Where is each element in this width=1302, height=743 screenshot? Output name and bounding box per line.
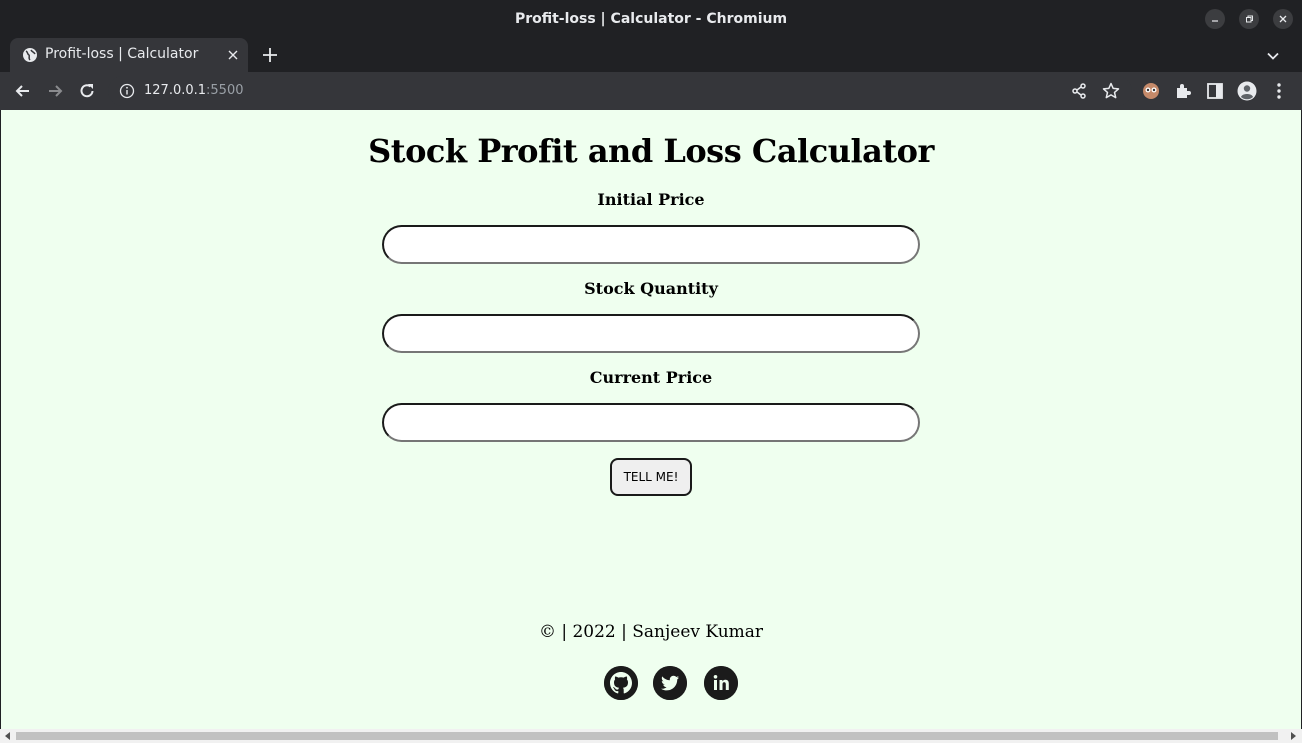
profile-button[interactable] — [1237, 81, 1257, 101]
more-vert-icon — [1277, 83, 1281, 99]
bookmark-button[interactable] — [1101, 81, 1121, 101]
horizontal-scrollbar[interactable] — [0, 729, 1302, 743]
current-price-input[interactable] — [382, 403, 920, 442]
back-button[interactable] — [13, 81, 33, 101]
close-icon — [1279, 15, 1287, 23]
address-bar[interactable]: 127.0.0.1:5500 — [108, 76, 1132, 106]
linkedin-link[interactable] — [704, 666, 738, 700]
close-tab-icon[interactable] — [226, 48, 240, 62]
new-tab-icon[interactable] — [261, 46, 279, 64]
github-link[interactable] — [604, 666, 638, 700]
footer-copyright: © | 2022 | Sanjeev Kumar — [538, 622, 764, 642]
url-port: :5500 — [206, 83, 244, 98]
github-icon — [604, 666, 638, 700]
tell-me-button[interactable]: TELL ME! — [610, 458, 692, 496]
star-icon — [1102, 82, 1120, 99]
scroll-right-arrow-icon[interactable] — [1291, 732, 1296, 740]
side-panel-button[interactable] — [1205, 81, 1225, 101]
extension-button[interactable] — [1141, 81, 1161, 101]
stock-quantity-label: Stock Quantity — [584, 279, 718, 298]
arrow-left-icon — [15, 85, 29, 97]
extension-avatar-icon — [1143, 83, 1159, 99]
page-viewport: Stock Profit and Loss Calculator Initial… — [1, 110, 1301, 729]
side-panel-icon — [1207, 83, 1223, 99]
tab-profit-loss[interactable]: Profit-loss | Calculator — [10, 38, 248, 72]
scrollbar-thumb[interactable] — [16, 732, 1278, 740]
tab-title: Profit-loss | Calculator — [45, 46, 199, 62]
share-button[interactable] — [1069, 81, 1089, 101]
initial-price-label: Initial Price — [597, 190, 705, 209]
extensions-button[interactable] — [1173, 81, 1193, 101]
window-title: Profit-loss | Calculator - Chromium — [514, 11, 788, 27]
info-icon[interactable] — [119, 83, 135, 99]
url-text: 127.0.0.1:5500 — [144, 83, 244, 98]
menu-button[interactable] — [1269, 81, 1289, 101]
minimize-icon — [1212, 20, 1218, 22]
scroll-left-arrow-icon[interactable] — [5, 732, 10, 740]
puzzle-icon — [1177, 84, 1191, 98]
stock-quantity-input[interactable] — [382, 314, 920, 353]
close-window-button[interactable] — [1273, 9, 1293, 29]
current-price-label: Current Price — [589, 368, 713, 387]
minimize-button[interactable] — [1205, 9, 1225, 29]
share-icon — [1072, 83, 1086, 99]
maximize-button[interactable] — [1239, 9, 1259, 29]
browser-toolbar: 127.0.0.1:5500 — [0, 72, 1302, 110]
chevron-down-icon[interactable] — [1264, 47, 1282, 65]
arrow-right-icon — [49, 85, 63, 97]
initial-price-input[interactable] — [382, 225, 920, 264]
forward-button[interactable] — [45, 81, 65, 101]
restore-icon — [1246, 15, 1253, 23]
page-title: Stock Profit and Loss Calculator — [368, 132, 934, 170]
window-title-bar: Profit-loss | Calculator - Chromium — [0, 0, 1302, 38]
tab-strip: Profit-loss | Calculator — [0, 38, 1302, 72]
globe-icon — [23, 48, 37, 62]
linkedin-icon — [704, 666, 738, 700]
reload-button[interactable] — [77, 81, 97, 101]
twitter-link[interactable] — [653, 666, 687, 700]
reload-icon — [80, 84, 94, 98]
url-host: 127.0.0.1 — [144, 83, 207, 98]
account-icon — [1237, 81, 1257, 101]
twitter-icon — [653, 666, 687, 700]
